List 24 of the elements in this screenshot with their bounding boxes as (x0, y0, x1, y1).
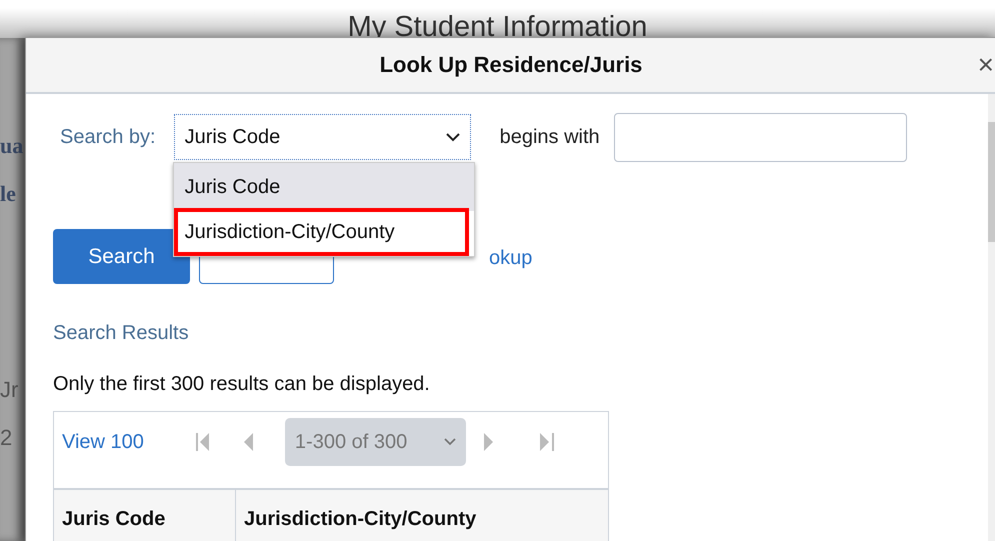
view-all-link[interactable]: View 100 (62, 430, 144, 454)
column-header: Jurisdiction-City/County (243, 507, 476, 532)
last-page-icon[interactable] (540, 432, 554, 452)
background-text: le (0, 181, 17, 207)
next-page-icon[interactable] (484, 432, 494, 452)
first-page-icon[interactable] (196, 432, 210, 452)
dropdown-option[interactable]: Jurisdiction-City/County (174, 208, 469, 256)
scrollbar-thumb[interactable] (988, 122, 995, 242)
search-results-heading: Search Results (53, 322, 190, 345)
search-by-dropdown[interactable]: Juris Code (174, 114, 471, 160)
search-field[interactable] (614, 112, 907, 162)
search-by-label: Search by: (60, 126, 156, 148)
lookup-link[interactable]: okup (489, 247, 532, 270)
background-text: Jr (0, 377, 20, 403)
chevron-icon (446, 132, 460, 142)
operator-label: begins with (500, 126, 600, 148)
results-note: Only the first 300 results can be displayed. (53, 373, 431, 396)
column-header: Juris Code (54, 490, 236, 541)
dialog-title: Look Up Residence/Juris (380, 52, 642, 78)
previous-page-icon[interactable] (242, 432, 253, 452)
close-button[interactable]: × (976, 52, 995, 78)
dropdown-option[interactable]: Juris Code (174, 163, 474, 211)
chevron-icon (444, 438, 456, 446)
background-text: 2 (0, 425, 14, 451)
